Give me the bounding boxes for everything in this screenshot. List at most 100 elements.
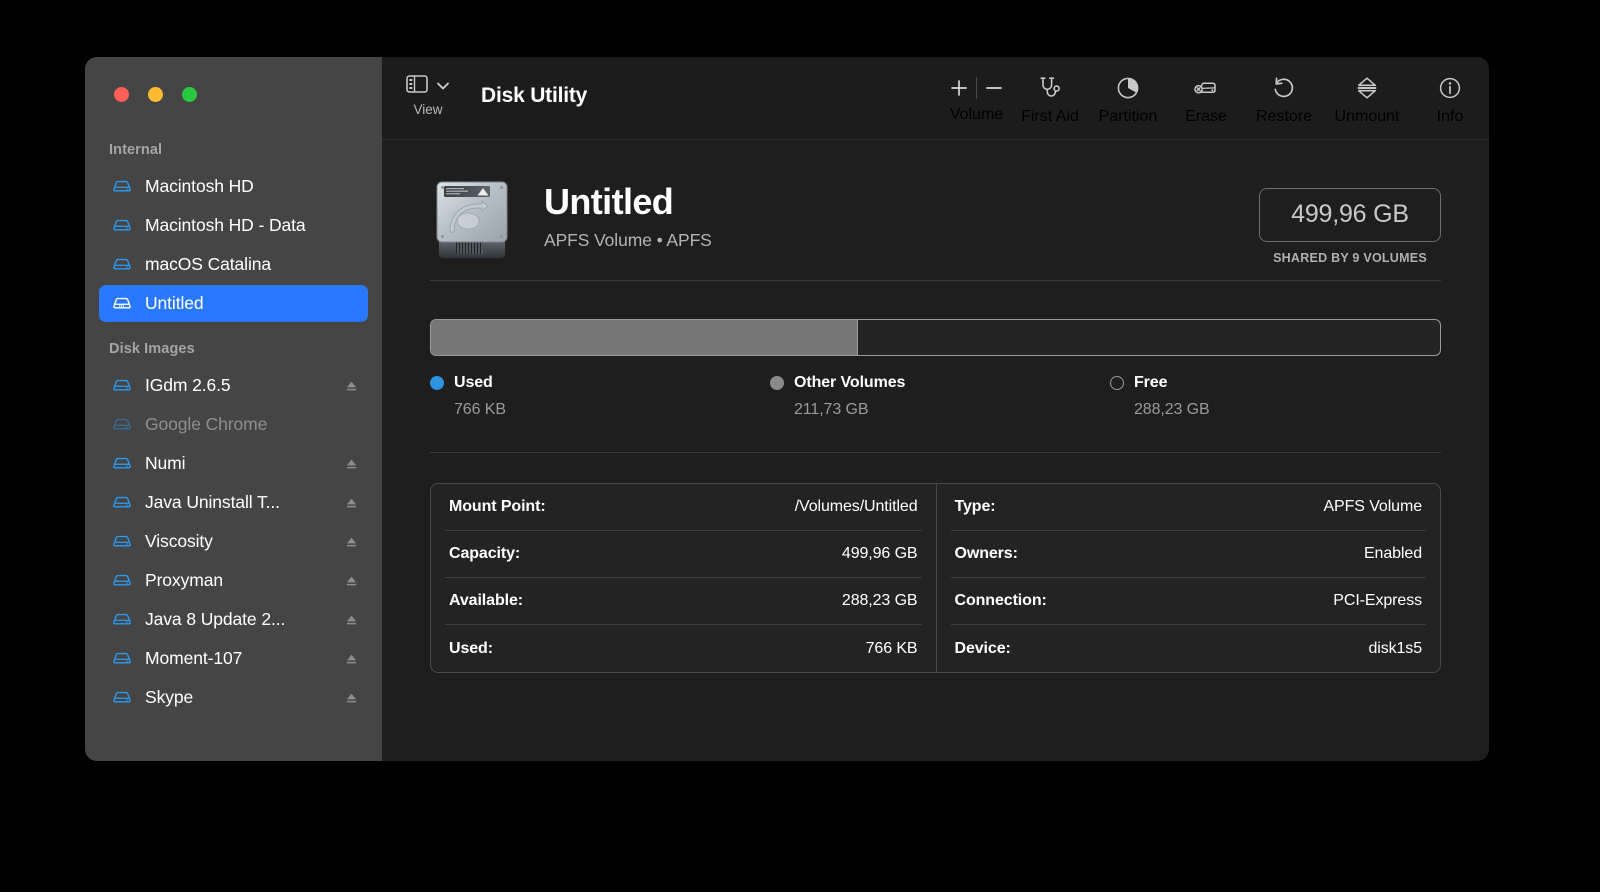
volume-name: Untitled (544, 181, 674, 222)
legend-swatch-other-icon (770, 376, 784, 390)
legend-item-free: Free 288,23 GB (1110, 374, 1210, 419)
disk-icon (111, 176, 133, 198)
partition-button[interactable]: Partition (1089, 73, 1167, 126)
info-value: /Volumes/Untitled (794, 498, 918, 515)
sidebar-group-title: Disk Images (109, 341, 195, 357)
sidebar-item-skype[interactable]: Skype (99, 679, 368, 716)
view-button[interactable]: View (406, 75, 450, 117)
first-aid-button[interactable]: First Aid (1011, 73, 1089, 126)
sidebar-item-label: Skype (145, 687, 194, 707)
legend-label: Used (454, 374, 493, 391)
divider-bottom (430, 452, 1441, 453)
sidebar-item-macos-catalina[interactable]: macOS Catalina (99, 246, 368, 283)
eject-icon[interactable] (345, 379, 358, 392)
unmount-label: Unmount (1334, 108, 1400, 125)
remove-volume-button[interactable] (977, 73, 1011, 103)
info-value: 766 KB (865, 639, 918, 657)
disk-icon (111, 254, 133, 276)
eject-icon[interactable] (345, 652, 358, 665)
eject-icon[interactable] (345, 691, 358, 704)
sidebar-item-viscosity[interactable]: Viscosity (99, 523, 368, 560)
sidebar-item-google-chrome[interactable]: Google Chrome (99, 406, 368, 443)
sidebar-item-label: Moment-107 (145, 648, 243, 668)
sidebar-item-macintosh-hd[interactable]: Macintosh HD (99, 168, 368, 205)
sidebar-item-java-8-update-2[interactable]: Java 8 Update 2... (99, 601, 368, 638)
sidebar-toggle-icon[interactable] (406, 75, 428, 98)
info-row: Type: APFS Volume (950, 484, 1426, 531)
sidebar-item-macintosh-hd-data[interactable]: Macintosh HD - Data (99, 207, 368, 244)
legend-label: Other Volumes (794, 374, 906, 391)
restore-button[interactable]: Restore (1245, 73, 1323, 126)
legend-value: 211,73 GB (794, 401, 869, 418)
screen: Internal Macintosh HD Macintosh HD - Data m… (0, 0, 1600, 892)
minimize-button[interactable] (148, 87, 163, 102)
disk-icon (111, 453, 133, 475)
view-label: View (413, 102, 443, 117)
disk-icon (111, 215, 133, 237)
info-button[interactable]: Info (1411, 73, 1489, 126)
info-row: Mount Point: /Volumes/Untitled (445, 484, 922, 531)
legend-item-other: Other Volumes 211,73 GB (770, 374, 1110, 419)
content-area: Untitled APFS Volume • APFS 499,96 GB SH… (382, 140, 1489, 761)
sidebar-item-label: IGdm 2.6.5 (145, 375, 231, 395)
info-key: Type: (954, 498, 996, 515)
sidebar-item-label: Untitled (145, 293, 204, 313)
info-table: Mount Point: /Volumes/Untitled Capacity: 49… (430, 483, 1441, 673)
main-panel: View Disk Utility Volume First Aid Parti… (382, 57, 1489, 761)
sidebar-item-label: Google Chrome (145, 414, 268, 434)
sidebar-item-label: Numi (145, 453, 186, 473)
eject-icon[interactable] (345, 574, 358, 587)
info-row: Capacity: 499,96 GB (445, 531, 922, 578)
close-button[interactable] (114, 87, 129, 102)
eject-icon (345, 418, 358, 431)
legend-swatch-used-icon (430, 376, 444, 390)
disk-icon (111, 648, 133, 670)
eject-icon[interactable] (345, 457, 358, 470)
legend-label: Free (1134, 374, 1168, 391)
info-row: Connection: PCI-Express (950, 578, 1426, 625)
sidebar-item-numi[interactable]: Numi (99, 445, 368, 482)
disk-icon (111, 492, 133, 514)
info-value: APFS Volume (1323, 498, 1422, 515)
unmount-button[interactable]: Unmount (1323, 73, 1411, 126)
volume-label: Volume (949, 106, 1004, 123)
sidebar-item-label: Proxyman (145, 570, 223, 590)
undo-arrow-icon (1271, 73, 1297, 103)
usage-section: Used 766 KB Other Volumes 211,73 GB Free 288,… (430, 281, 1441, 419)
disk-icon (111, 293, 133, 315)
sidebar-item-java-uninstall-t[interactable]: Java Uninstall T... (99, 484, 368, 521)
erase-button[interactable]: Erase (1167, 73, 1245, 126)
add-volume-button[interactable] (942, 73, 976, 103)
sidebar-item-label: macOS Catalina (145, 254, 272, 274)
info-row: Used: 766 KB (445, 625, 922, 672)
chevron-down-icon[interactable] (436, 78, 450, 96)
eject-icon[interactable] (345, 613, 358, 626)
disk-utility-window: Internal Macintosh HD Macintosh HD - Data m… (85, 57, 1489, 761)
disk-icon (111, 375, 133, 397)
sidebar-list: Internal Macintosh HD Macintosh HD - Data m… (85, 142, 382, 716)
sidebar-item-label: Java 8 Update 2... (145, 609, 286, 629)
eject-icon[interactable] (345, 496, 358, 509)
info-value: PCI-Express (1333, 592, 1422, 609)
restore-label: Restore (1255, 108, 1313, 125)
sidebar-item-label: Macintosh HD - Data (145, 215, 306, 235)
info-row: Available: 288,23 GB (445, 578, 922, 625)
zoom-button[interactable] (182, 87, 197, 102)
hard-drive-icon (430, 174, 514, 266)
legend-item-used: Used 766 KB (430, 374, 770, 419)
info-key: Mount Point: (449, 498, 546, 515)
erase-disk-icon (1192, 73, 1220, 103)
sidebar-item-proxyman[interactable]: Proxyman (99, 562, 368, 599)
sidebar-item-untitled[interactable]: Untitled (99, 285, 368, 322)
sidebar-item-igdm-2-6-5[interactable]: IGdm 2.6.5 (99, 367, 368, 404)
info-key: Connection: (954, 592, 1047, 609)
sidebar: Internal Macintosh HD Macintosh HD - Data m… (85, 57, 382, 761)
eject-icon[interactable] (345, 535, 358, 548)
capacity-block: 499,96 GB SHARED BY 9 VOLUMES (1259, 170, 1441, 265)
sidebar-item-moment-107[interactable]: Moment-107 (99, 640, 368, 677)
capacity-badge: 499,96 GB (1259, 188, 1441, 242)
traffic-lights (85, 57, 382, 119)
partition-label: Partition (1098, 108, 1158, 125)
info-key: Device: (954, 639, 1011, 657)
eject-icon (345, 297, 358, 310)
